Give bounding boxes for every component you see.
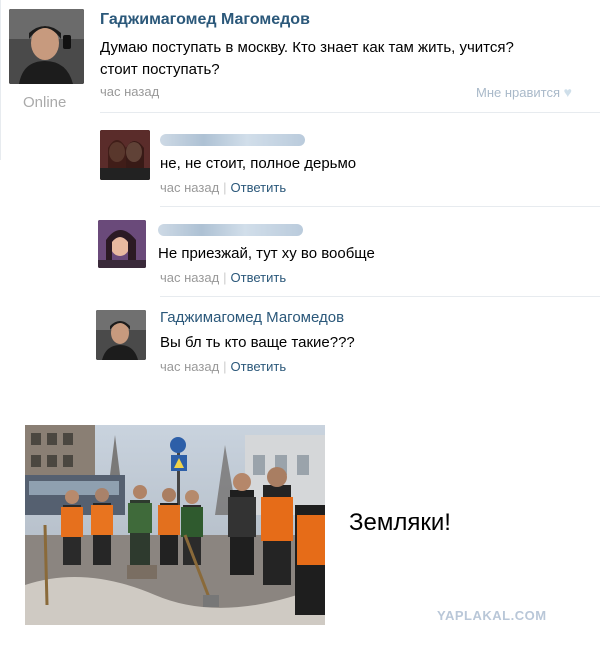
like-label: Мне нравится [476,85,561,100]
post-text-line1: Думаю поступать в москву. Кто знает как … [100,39,514,56]
heart-icon: ♥ [563,84,572,100]
comment1-avatar[interactable] [100,130,150,180]
comment2-text: Не приезжай, тут ху во вообще [158,245,375,262]
post-author-name[interactable]: Гаджимагомед Магомедов [100,11,310,29]
comment1-time[interactable]: час назад [160,180,219,195]
like-button[interactable]: Мне нравится ♥ [476,84,572,100]
comment3-meta: час назад | Ответить [160,359,287,374]
watermark: YAPLAKAL.COM [437,608,547,623]
street-workers-photo [25,425,325,625]
post-side-line [0,0,1,160]
comment2-divider [160,296,600,297]
post-time[interactable]: час назад [100,84,159,99]
comment3-time[interactable]: час назад [160,359,219,374]
online-status: Online [23,94,67,111]
comment2-meta: час назад | Ответить [160,270,287,285]
comment3-text: Вы бл ть кто ваще такие??? [160,334,355,351]
post-divider [100,112,600,113]
comment1-meta: час назад | Ответить [160,180,287,195]
comment2-avatar[interactable] [98,220,146,268]
comment3-avatar[interactable] [96,310,146,360]
post-text-line2: стоит поступать? [100,61,220,78]
caption-text: Земляки! [349,509,451,536]
comment1-reply-link[interactable]: Ответить [231,180,287,195]
comment2-reply-link[interactable]: Ответить [231,270,287,285]
comment2-time[interactable]: час назад [160,270,219,285]
comment2-author-hidden [158,224,303,236]
comment1-text: не, не стоит, полное дерьмо [160,155,357,172]
comment1-divider [160,206,600,207]
post-author-avatar[interactable] [9,9,84,84]
comment1-author-hidden [160,134,305,146]
comment3-author-name[interactable]: Гаджимагомед Магомедов [160,309,344,326]
comment3-reply-link[interactable]: Ответить [231,359,287,374]
